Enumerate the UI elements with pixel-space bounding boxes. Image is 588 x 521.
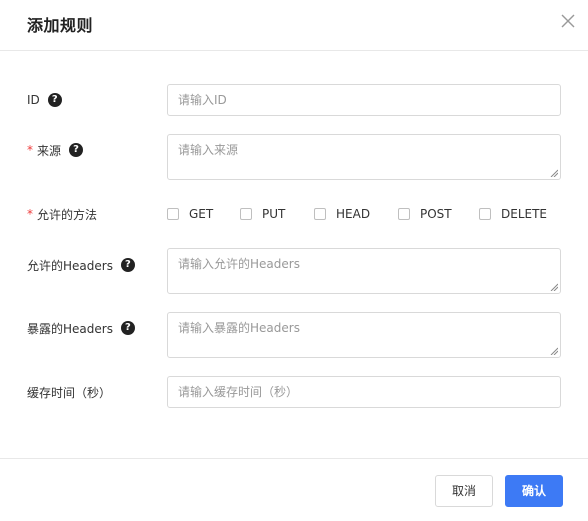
checkbox-label: PUT bbox=[262, 207, 286, 221]
id-input[interactable]: 请输入ID bbox=[167, 84, 561, 116]
checkbox-box[interactable] bbox=[167, 208, 179, 220]
checkbox-get[interactable]: GET bbox=[167, 206, 213, 222]
cache-time-label-row: 缓存时间（秒） bbox=[27, 383, 111, 401]
checkbox-box[interactable] bbox=[240, 208, 252, 220]
resize-handle-icon[interactable] bbox=[550, 169, 558, 177]
help-icon[interactable]: ? bbox=[120, 321, 135, 335]
checkbox-label: DELETE bbox=[501, 207, 548, 221]
required-mark: * bbox=[27, 143, 33, 157]
source-textarea[interactable]: 请输入来源 bbox=[167, 134, 561, 180]
checkbox-label: HEAD bbox=[336, 207, 371, 221]
methods-label-row: * 允许的方法 bbox=[27, 205, 97, 223]
exposed-headers-label-row: 暴露的Headers ? bbox=[27, 319, 135, 337]
cache-time-placeholder: 请输入缓存时间（秒） bbox=[178, 385, 299, 399]
checkbox-head[interactable]: HEAD bbox=[314, 206, 370, 222]
checkbox-box[interactable] bbox=[314, 208, 326, 220]
allowed-headers-label-row: 允许的Headers ? bbox=[27, 256, 135, 274]
exposed-headers-textarea[interactable]: 请输入暴露的Headers bbox=[167, 312, 561, 358]
help-icon[interactable]: ? bbox=[120, 258, 135, 272]
required-mark: * bbox=[27, 207, 33, 221]
help-icon[interactable]: ? bbox=[69, 143, 84, 157]
resize-handle-icon[interactable] bbox=[550, 347, 558, 355]
source-label-row: * 来源 ? bbox=[27, 141, 84, 159]
checkbox-label: POST bbox=[420, 207, 452, 221]
id-label-row: ID ? bbox=[27, 91, 62, 109]
dialog-header: 添加规则 bbox=[0, 0, 588, 51]
cache-time-input[interactable]: 请输入缓存时间（秒） bbox=[167, 376, 561, 408]
exposed-headers-placeholder: 请输入暴露的Headers bbox=[178, 321, 300, 335]
help-icon[interactable]: ? bbox=[47, 93, 62, 107]
source-textarea-placeholder: 请输入来源 bbox=[178, 143, 239, 157]
footer-divider bbox=[0, 458, 588, 459]
allowed-headers-placeholder: 请输入允许的Headers bbox=[178, 257, 300, 271]
checkbox-label: GET bbox=[189, 207, 214, 221]
close-icon[interactable] bbox=[560, 13, 576, 29]
source-label: 来源 bbox=[37, 143, 62, 158]
exposed-headers-label: 暴露的Headers bbox=[27, 321, 113, 336]
allowed-headers-label: 允许的Headers bbox=[27, 258, 113, 273]
allowed-headers-textarea[interactable]: 请输入允许的Headers bbox=[167, 248, 561, 294]
checkbox-delete[interactable]: DELETE bbox=[479, 206, 547, 222]
add-rule-dialog: 添加规则 ID ? 请输入ID * 来源 ? 请输入来源 * 允许的方法 GET… bbox=[0, 0, 588, 521]
methods-label: 允许的方法 bbox=[37, 207, 98, 222]
id-input-placeholder: 请输入ID bbox=[178, 93, 227, 107]
cancel-button[interactable]: 取消 bbox=[435, 475, 493, 507]
checkbox-put[interactable]: PUT bbox=[240, 206, 285, 222]
checkbox-post[interactable]: POST bbox=[398, 206, 452, 222]
dialog-title: 添加规则 bbox=[27, 16, 94, 35]
checkbox-box[interactable] bbox=[479, 208, 491, 220]
checkbox-box[interactable] bbox=[398, 208, 410, 220]
resize-handle-icon[interactable] bbox=[550, 283, 558, 291]
cache-time-label: 缓存时间（秒） bbox=[27, 385, 112, 400]
confirm-button[interactable]: 确认 bbox=[505, 475, 563, 507]
id-label: ID bbox=[27, 93, 40, 107]
